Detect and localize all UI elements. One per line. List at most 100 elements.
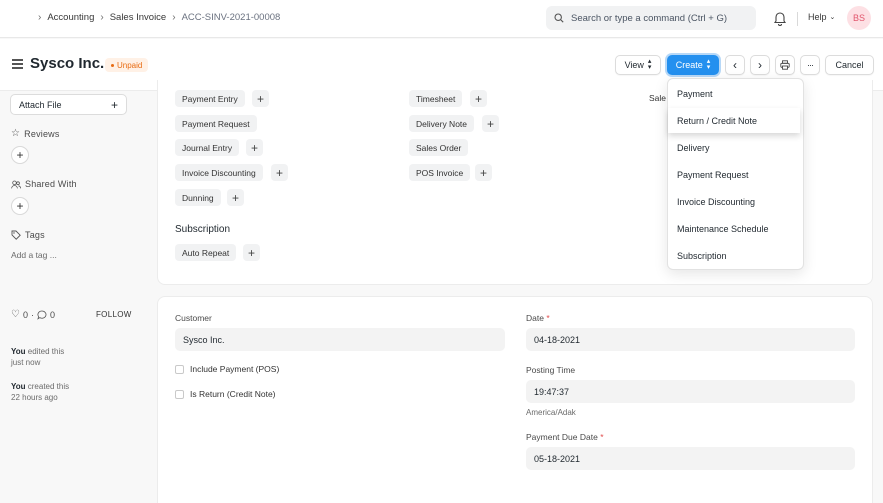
link-dunning[interactable]: Dunning <box>175 189 221 206</box>
add-auto-repeat-button[interactable]: + <box>243 244 260 261</box>
link-payment-request[interactable]: Payment Request <box>175 115 257 132</box>
help-menu[interactable]: Help ⌄ <box>808 12 835 22</box>
customer-label: Customer <box>175 313 212 323</box>
chevron-right-icon: › <box>172 12 176 23</box>
breadcrumb-sales-invoice[interactable]: Sales Invoice <box>110 12 167 23</box>
search-input[interactable]: Search or type a command (Ctrl + G) <box>546 6 756 30</box>
menu-item-invoice-discounting[interactable]: Invoice Discounting <box>668 189 805 214</box>
date-field[interactable]: 04-18-2021 <box>526 328 855 351</box>
create-button[interactable]: Create ▴ ▾ <box>667 55 719 75</box>
heart-icon[interactable]: ♡ <box>11 309 20 320</box>
sort-icon: ▴ ▾ <box>647 58 652 71</box>
bell-icon[interactable] <box>773 10 787 26</box>
add-review-button[interactable]: + <box>11 146 29 164</box>
link-payment-entry[interactable]: Payment Entry <box>175 90 245 107</box>
is-return-label: Is Return (Credit Note) <box>190 389 276 399</box>
activity-item: You created this 22 hours ago <box>11 381 101 403</box>
add-timesheet-button[interactable]: + <box>470 90 487 107</box>
payment-due-date-field[interactable]: 05-18-2021 <box>526 447 855 470</box>
breadcrumb-current[interactable]: ACC-SINV-2021-00008 <box>182 12 281 23</box>
sort-icon: ▴ ▾ <box>706 58 711 71</box>
link-pos-invoice[interactable]: POS Invoice <box>409 164 471 181</box>
page-title: Sysco Inc. <box>30 55 105 72</box>
add-dunning-button[interactable]: + <box>227 189 244 206</box>
view-label: View <box>624 60 644 70</box>
include-payment-checkbox[interactable]: Include Payment (POS) <box>175 364 279 374</box>
add-share-button[interactable]: + <box>11 197 29 215</box>
prev-button[interactable]: ‹ <box>725 55 745 75</box>
include-payment-label: Include Payment (POS) <box>190 364 280 374</box>
payment-due-date-label: Payment Due Date * <box>526 432 604 442</box>
link-delivery-note[interactable]: Delivery Note <box>409 115 475 132</box>
star-icon: ☆ <box>11 128 21 139</box>
is-return-checkbox[interactable]: Is Return (Credit Note) <box>175 389 276 399</box>
chevron-right-icon: › <box>38 12 42 23</box>
due-date-label-text: Payment Due Date <box>526 432 598 442</box>
plus-icon: + <box>110 97 118 112</box>
link-journal-entry[interactable]: Journal Entry <box>175 139 240 156</box>
next-button[interactable]: › <box>750 55 770 75</box>
printer-icon <box>780 60 790 70</box>
subscription-section-title: Subscription <box>175 224 231 235</box>
follow-button[interactable]: FOLLOW <box>96 310 132 319</box>
menu-item-delivery[interactable]: Delivery <box>668 135 805 160</box>
link-sales-order[interactable]: Sales Order <box>409 139 469 156</box>
cancel-button[interactable]: Cancel <box>825 55 874 75</box>
comment-icon[interactable] <box>37 310 47 320</box>
cancel-label: Cancel <box>835 60 864 70</box>
status-badge: Unpaid <box>105 58 149 72</box>
breadcrumb-accounting[interactable]: Accounting <box>47 12 94 23</box>
status-label: Unpaid <box>117 60 143 70</box>
posting-time-field[interactable]: 19:47:37 <box>526 380 855 403</box>
attach-file-button[interactable]: Attach File + <box>10 94 127 115</box>
chevron-right-icon: › <box>100 12 104 23</box>
chevron-right-icon: › <box>758 58 762 72</box>
view-button[interactable]: View ▴ ▾ <box>615 55 661 75</box>
link-sales-partial[interactable]: Sale <box>649 93 666 103</box>
status-dot-icon <box>111 63 114 67</box>
users-icon <box>11 180 21 188</box>
checkbox-box[interactable] <box>175 389 184 399</box>
shared-with-section: Shared With <box>11 179 77 189</box>
customer-field[interactable]: Sysco Inc. <box>175 328 505 351</box>
likes-count: 0 <box>22 309 28 320</box>
menu-item-return-credit-note[interactable]: Return / Credit Note <box>668 108 800 133</box>
activity-action: created this <box>27 382 70 391</box>
checkbox-box[interactable] <box>175 364 184 374</box>
link-invoice-discounting[interactable]: Invoice Discounting <box>175 164 263 181</box>
add-tag-input[interactable]: Add a tag ... <box>11 250 57 260</box>
help-label: Help <box>808 12 827 22</box>
shared-with-label: Shared With <box>25 179 77 189</box>
activity-user: You <box>11 382 26 391</box>
chevron-left-icon: ‹ <box>733 58 737 72</box>
required-marker: * <box>600 432 604 442</box>
activity-time: 22 hours ago <box>11 393 58 402</box>
more-icon: ··· <box>807 60 814 70</box>
menu-item-subscription[interactable]: Subscription <box>668 243 805 268</box>
link-timesheet[interactable]: Timesheet <box>409 90 463 107</box>
link-auto-repeat[interactable]: Auto Repeat <box>175 244 237 261</box>
add-journal-entry-button[interactable]: + <box>246 139 263 156</box>
activity-time: just now <box>11 358 41 367</box>
add-delivery-note-button[interactable]: + <box>482 115 499 132</box>
print-button[interactable] <box>775 55 795 75</box>
menu-item-maintenance-schedule[interactable]: Maintenance Schedule <box>668 216 805 241</box>
avatar[interactable]: BS <box>847 6 871 30</box>
plus-icon: + <box>16 199 24 213</box>
add-invoice-discounting-button[interactable]: + <box>271 164 288 181</box>
timezone-label: America/Adak <box>526 408 576 417</box>
comments-count: 0 <box>49 309 55 320</box>
add-pos-invoice-button[interactable]: + <box>475 164 492 181</box>
menu-icon[interactable] <box>12 59 23 69</box>
create-dropdown-menu: Payment Return / Credit Note Delivery Pa… <box>667 78 804 270</box>
posting-time-label: Posting Time <box>526 365 576 375</box>
search-placeholder: Search or type a command (Ctrl + G) <box>571 12 728 24</box>
more-button[interactable]: ··· <box>800 55 820 75</box>
tags-section: Tags <box>11 230 45 240</box>
add-payment-entry-button[interactable]: + <box>252 90 269 107</box>
create-label: Create <box>675 60 703 70</box>
breadcrumb: › Accounting › Sales Invoice › ACC-SINV-… <box>38 12 280 23</box>
tag-icon <box>11 230 21 240</box>
menu-item-payment[interactable]: Payment <box>668 81 805 106</box>
menu-item-payment-request[interactable]: Payment Request <box>668 162 805 187</box>
